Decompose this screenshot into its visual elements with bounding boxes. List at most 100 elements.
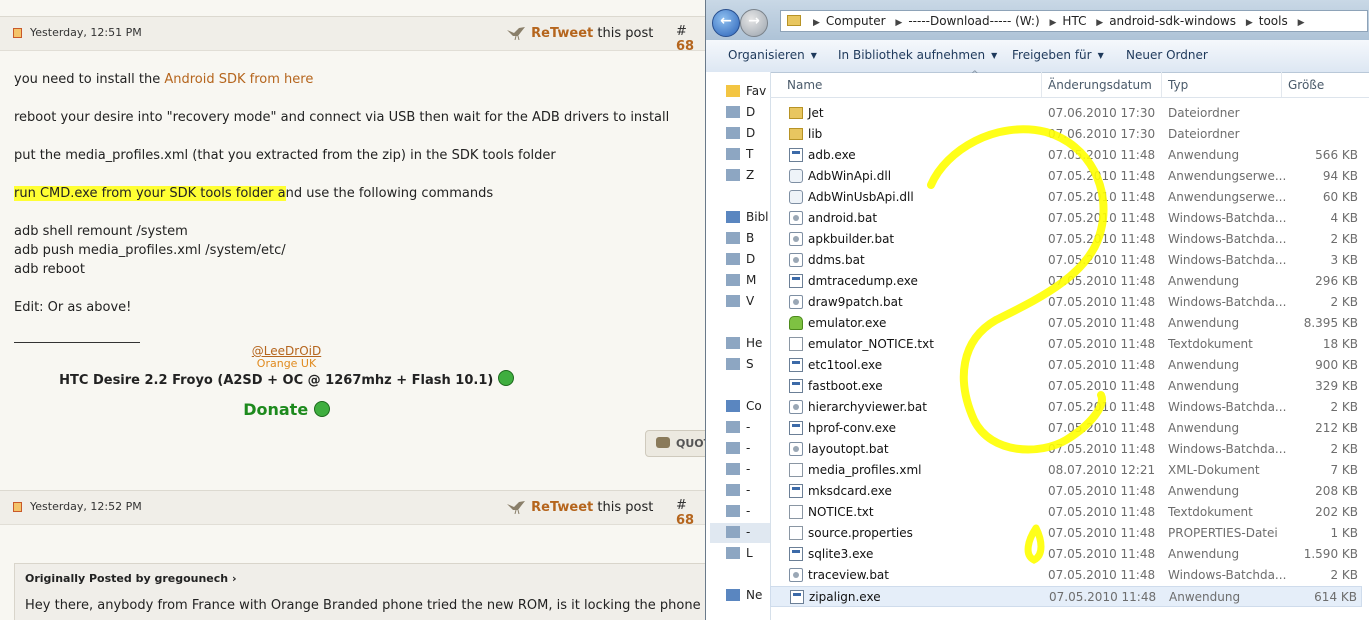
retweet-button[interactable]: ReTweet this post [505, 498, 653, 515]
nav-item[interactable]: - [726, 420, 750, 434]
nav-item-icon [726, 253, 740, 265]
file-row[interactable]: apkbuilder.bat 07.05.2010 11:48 Windows-Ba… [770, 229, 1362, 250]
file-row[interactable]: ddms.bat 07.05.2010 11:48 Windows-Batchda.… [770, 250, 1362, 271]
nav-item[interactable]: M [726, 273, 756, 287]
file-row[interactable]: lib 07.06.2010 17:30 Dateiordner [770, 124, 1362, 145]
file-row[interactable]: mksdcard.exe 07.05.2010 11:48 Anwendung 208… [770, 481, 1362, 502]
file-row[interactable]: draw9patch.bat 07.05.2010 11:48 Windows-Ba… [770, 292, 1362, 313]
file-row[interactable]: adb.exe 07.05.2010 11:48 Anwendung 566 KB [770, 145, 1362, 166]
file-type: Windows-Batchda... [1168, 232, 1287, 246]
exe-icon [789, 379, 803, 393]
nav-item-label: D [746, 105, 756, 119]
column-type[interactable]: Typ [1168, 78, 1188, 92]
file-row[interactable]: AdbWinApi.dll 07.05.2010 11:48 Anwendungse… [770, 166, 1362, 187]
post-header: Yesterday, 12:51 PM ReTweet this post # … [0, 16, 705, 54]
file-name: Jet [808, 106, 824, 120]
nav-item[interactable]: D [726, 252, 755, 266]
forward-button[interactable]: → [740, 9, 768, 37]
file-type: Windows-Batchda... [1168, 442, 1287, 456]
file-name: android.bat [808, 211, 878, 225]
nav-item[interactable]: Fav [726, 84, 766, 98]
android-sdk-link[interactable]: Android SDK from here [164, 72, 313, 87]
nav-item-icon [726, 337, 740, 349]
nav-item[interactable]: D [726, 126, 755, 140]
quote-header: Originally Posted by gregounech › [25, 572, 237, 585]
nav-item-icon [726, 484, 740, 496]
nav-item[interactable]: S [726, 357, 754, 371]
share-button[interactable]: Freigeben für ▼ [1012, 48, 1104, 62]
breadcrumb-item[interactable]: Computer [826, 14, 886, 28]
address-bar[interactable]: ▶ Computer ▶ -----Download----- (W:) ▶ HTC … [780, 10, 1368, 32]
back-button[interactable]: ← [712, 9, 740, 37]
new-folder-button[interactable]: Neuer Ordner [1126, 48, 1208, 62]
nav-item[interactable]: Ne [726, 588, 762, 602]
chevron-right-icon[interactable]: › [232, 572, 237, 585]
signature-user-link[interactable]: @LeeDrOiD [0, 344, 639, 358]
nav-item[interactable]: - [726, 504, 750, 518]
breadcrumb-item[interactable]: android-sdk-windows [1109, 14, 1236, 28]
file-name: lib [808, 127, 823, 141]
breadcrumb-item[interactable]: -----Download----- (W:) [908, 14, 1039, 28]
column-date[interactable]: Änderungsdatum [1048, 78, 1152, 92]
post-number[interactable]: # 68 [676, 24, 705, 54]
file-row[interactable]: source.properties 07.05.2010 11:48 PROPERT… [770, 523, 1362, 544]
column-header: ^ Name Änderungsdatum Typ Größe [770, 70, 1369, 98]
file-row[interactable]: android.bat 07.05.2010 11:48 Windows-Batch… [770, 208, 1362, 229]
file-row[interactable]: etc1tool.exe 07.05.2010 11:48 Anwendung 900… [770, 355, 1362, 376]
nav-item-icon [726, 169, 740, 181]
post-number[interactable]: # 68 [676, 498, 705, 528]
file-row[interactable]: NOTICE.txt 07.05.2010 11:48 Textdokument 20… [770, 502, 1362, 523]
file-name: dmtracedump.exe [808, 274, 918, 288]
file-row[interactable]: AdbWinUsbApi.dll 07.05.2010 11:48 Anwendun… [770, 187, 1362, 208]
nav-item-label: V [746, 294, 755, 308]
file-row[interactable]: fastboot.exe 07.05.2010 11:48 Anwendung 329… [770, 376, 1362, 397]
file-row[interactable]: media_profiles.xml 08.07.2010 12:21 XML-Do… [770, 460, 1362, 481]
file-row[interactable]: hierarchyviewer.bat 07.05.2010 11:48 Windo… [770, 397, 1362, 418]
file-row[interactable]: zipalign.exe 07.05.2010 11:48 Anwendung 614… [770, 586, 1362, 607]
file-row[interactable]: sqlite3.exe 07.05.2010 11:48 Anwendung 1.59… [770, 544, 1362, 565]
file-date: 08.07.2010 12:21 [1048, 463, 1156, 477]
nav-item-label: M [746, 273, 757, 287]
organize-button[interactable]: Organisieren ▼ [728, 48, 817, 62]
nav-item-icon [726, 85, 740, 97]
file-type: Anwendung [1168, 547, 1240, 561]
file-size: 1 KB [1330, 526, 1358, 540]
nav-item[interactable]: D [726, 105, 755, 119]
column-name[interactable]: Name [787, 78, 822, 92]
nav-item[interactable]: Co [726, 399, 762, 413]
retweet-button[interactable]: ReTweet this post [505, 24, 653, 41]
nav-item[interactable]: - [726, 525, 750, 539]
include-library-button[interactable]: In Bibliothek aufnehmen ▼ [838, 48, 997, 62]
exe-icon [789, 148, 803, 162]
column-size[interactable]: Größe [1288, 78, 1324, 92]
nav-item[interactable]: - [726, 462, 750, 476]
file-row[interactable]: dmtracedump.exe 07.05.2010 11:48 Anwendung… [770, 271, 1362, 292]
nav-item[interactable]: T [726, 147, 753, 161]
file-name: source.properties [808, 526, 913, 540]
nav-item[interactable]: - [726, 483, 750, 497]
file-row[interactable]: emulator.exe 07.05.2010 11:48 Anwendung 8.3… [770, 313, 1362, 334]
file-row[interactable]: emulator_NOTICE.txt 07.05.2010 11:48 Textd… [770, 334, 1362, 355]
breadcrumb-item[interactable]: tools [1259, 14, 1288, 28]
nav-item[interactable]: - [726, 441, 750, 455]
nav-item-icon [726, 106, 740, 118]
dll-icon [789, 190, 803, 204]
file-date: 07.05.2010 11:48 [1048, 484, 1156, 498]
signature-subtitle: Orange UK [256, 357, 317, 370]
retweet-suffix: this post [597, 500, 654, 515]
nav-item[interactable]: V [726, 294, 754, 308]
nav-item[interactable]: He [726, 336, 762, 350]
file-size: 202 KB [1315, 505, 1358, 519]
nav-item[interactable]: B [726, 231, 754, 245]
file-row[interactable]: layoutopt.bat 07.05.2010 11:48 Windows-Bat… [770, 439, 1362, 460]
file-row[interactable]: Jet 07.06.2010 17:30 Dateiordner [770, 103, 1362, 124]
file-size: 2 KB [1330, 442, 1358, 456]
nav-item[interactable]: Z [726, 168, 754, 182]
file-row[interactable]: traceview.bat 07.05.2010 11:48 Windows-Bat… [770, 565, 1362, 586]
quote-button[interactable]: QUOTE [645, 430, 705, 457]
file-row[interactable]: hprof-conv.exe 07.05.2010 11:48 Anwendung 2… [770, 418, 1362, 439]
nav-item[interactable]: L [726, 546, 753, 560]
nav-item[interactable]: Bibl [726, 210, 769, 224]
donate-link[interactable]: Donate [0, 400, 639, 419]
breadcrumb-item[interactable]: HTC [1062, 14, 1086, 28]
